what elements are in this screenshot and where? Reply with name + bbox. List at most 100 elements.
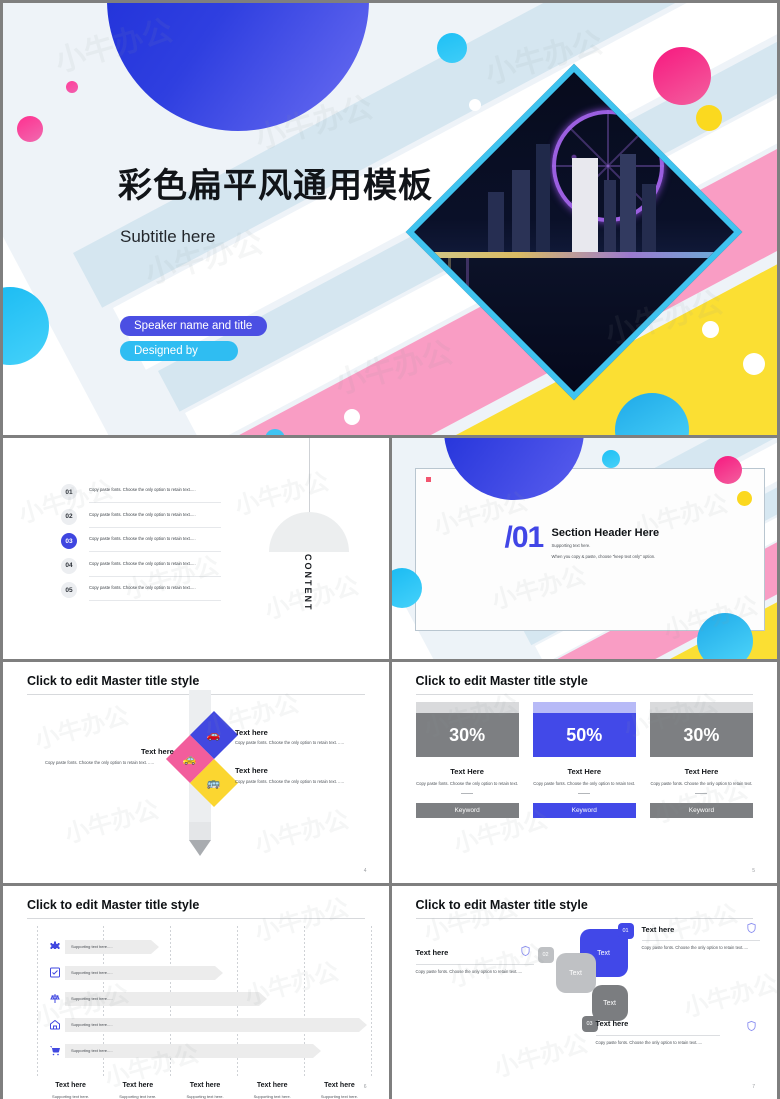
speaker-badge[interactable]: Speaker name and title: [120, 316, 267, 336]
watermark: 小牛办公: [31, 702, 132, 755]
square-dark[interactable]: Text: [591, 985, 628, 1021]
percent-value: 30%: [649, 713, 754, 757]
slide-deck: 彩色扁平风通用模板 Subtitle here Speaker name and…: [0, 0, 780, 1099]
white-dot-2: [743, 353, 765, 375]
toc-text: Copy paste fonts. Choose the only option…: [89, 585, 196, 590]
title-divider: [415, 694, 753, 695]
bar-chart-grid: Supporting text here..... Supporting tex…: [37, 926, 373, 1076]
percent-column[interactable]: 30% Text Here Copy paste fonts. Choose t…: [415, 702, 519, 819]
pink-dot-medium: [17, 116, 43, 142]
title-slide[interactable]: 彩色扁平风通用模板 Subtitle here Speaker name and…: [3, 3, 777, 435]
item-body: Copy paste fonts. Choose the only option…: [45, 760, 154, 765]
number-badge-02: 02: [537, 947, 554, 963]
column-cap: [532, 702, 636, 713]
section-header-slide[interactable]: /01 Section Header Here Supporting text …: [391, 438, 777, 659]
taxi-icon: 🚕: [183, 753, 197, 766]
scales-icon: [50, 994, 60, 1003]
content-label: CONTENT: [303, 554, 313, 612]
item-body: Copy paste fonts. Choose the only option…: [235, 740, 344, 745]
column-heading: Text Here: [567, 767, 602, 776]
footer-heading: Text here: [55, 1082, 86, 1089]
footer-column: Text here Supporting text here.: [37, 1082, 104, 1099]
footer-sub: Supporting text here.: [119, 1094, 157, 1099]
toc-number: 04: [61, 557, 77, 574]
deck-row-4: Click to edit Master title style Support…: [3, 886, 777, 1099]
page-subtitle: Subtitle here: [120, 227, 216, 246]
square-label: Text: [569, 969, 582, 977]
toc-number: 02: [61, 508, 77, 525]
checkbox-icon: [50, 967, 60, 978]
pencil-diagram-slide[interactable]: Click to edit Master title style 🚗 🚕 🚌 T…: [3, 662, 389, 883]
toc-divider: [89, 551, 221, 552]
column-body: Copy paste fonts. Choose the only option…: [650, 781, 753, 786]
column-heading: Text Here: [684, 767, 719, 776]
shield-icon: [746, 922, 756, 934]
pencil-tip-body: [189, 822, 211, 840]
column-dash: [695, 793, 708, 795]
toc-divider: [89, 575, 221, 577]
page-title: Click to edit Master title style: [27, 674, 200, 688]
footer-heading: Text here: [256, 1082, 288, 1089]
footer-column: Text here Supporting text here.: [104, 1082, 171, 1099]
shield-icon: [520, 945, 530, 957]
toc-divider: [89, 502, 221, 503]
list-item[interactable]: 01 Copy paste fonts. Choose the only opt…: [61, 484, 221, 509]
footer-sub: Supporting text here.: [52, 1094, 90, 1099]
designed-by-badge[interactable]: Designed by: [120, 341, 238, 361]
pink-circle-large: [653, 47, 711, 105]
percent-column[interactable]: 30% Text Here Copy paste fonts. Choose t…: [649, 702, 754, 819]
car-icon: 🚗: [207, 729, 221, 742]
item-body: Copy paste fonts. Choose the only option…: [235, 779, 344, 784]
list-item[interactable]: 05 Copy paste fonts. Choose the only opt…: [61, 582, 221, 607]
watermark: 小牛办公: [680, 970, 777, 1023]
cyan-circle-top: [437, 33, 467, 63]
page-number: 7: [752, 1084, 755, 1090]
footer-heading: Text here: [189, 1082, 221, 1089]
toc-number: 05: [61, 582, 77, 598]
bar-chart-footer: Text here Supporting text here. Text her…: [37, 1082, 373, 1099]
section-number: /01: [504, 521, 545, 554]
list-item[interactable]: 03 Copy paste fonts. Choose the only opt…: [61, 533, 221, 558]
list-item[interactable]: 02 Copy paste fonts. Choose the only opt…: [61, 508, 221, 534]
percent-column[interactable]: 50% Text Here Copy paste fonts. Choose t…: [532, 702, 636, 819]
keyword-button[interactable]: Keyword: [415, 803, 519, 819]
deck-row-2: CONTENT 01 Copy paste fonts. Choose the …: [3, 438, 777, 659]
cascade-squares-slide[interactable]: Click to edit Master title style Text Te…: [391, 886, 777, 1099]
red-square-marker: [425, 477, 431, 482]
cart-icon: [50, 1046, 60, 1056]
percent-columns-slide[interactable]: Click to edit Master title style 30% Tex…: [391, 662, 777, 883]
square-gray[interactable]: Text: [555, 953, 596, 993]
page-title: Click to edit Master title style: [27, 898, 200, 912]
bar-label: Supporting text here.....: [71, 970, 113, 975]
page-title: Click to edit Master title style: [415, 674, 588, 688]
footer-column: Text here Supporting text here.: [239, 1082, 306, 1099]
toc-text: Copy paste fonts. Choose the only option…: [89, 560, 196, 566]
toc-text: Copy paste fonts. Choose the only option…: [89, 536, 196, 541]
page-number: 4: [363, 868, 367, 874]
footer-column: Text here Supporting text here.: [171, 1082, 238, 1099]
title-divider: [27, 918, 365, 919]
bar-label: Supporting text here.....: [71, 996, 113, 1001]
item-heading: Text here: [235, 728, 268, 737]
column-dash: [578, 793, 591, 795]
pencil-tip: [189, 840, 211, 856]
percent-value: 50%: [532, 713, 636, 757]
toc-divider: [89, 600, 221, 601]
bus-icon: 🚌: [207, 777, 221, 790]
toc-slide[interactable]: CONTENT 01 Copy paste fonts. Choose the …: [3, 438, 389, 659]
list-item[interactable]: 04 Copy paste fonts. Choose the only opt…: [61, 557, 221, 583]
item-heading: Text here: [235, 766, 268, 775]
footer-sub: Supporting text here.: [320, 1094, 358, 1099]
callout-divider: [641, 940, 760, 941]
toc-text: Copy paste fonts. Choose the only option…: [89, 487, 196, 492]
section-card: [414, 468, 765, 631]
square-label: Text: [597, 949, 610, 957]
toc-divider: [89, 526, 221, 528]
section-support-line-1: Supporting text here.: [551, 543, 591, 548]
page-title: Click to edit Master title style: [415, 898, 588, 912]
horizontal-bars-slide[interactable]: Click to edit Master title style Support…: [3, 886, 389, 1099]
callout-heading: Text here: [641, 925, 675, 934]
keyword-button[interactable]: Keyword: [649, 803, 754, 819]
keyword-button[interactable]: Keyword: [532, 803, 636, 819]
callout-divider: [415, 964, 534, 965]
